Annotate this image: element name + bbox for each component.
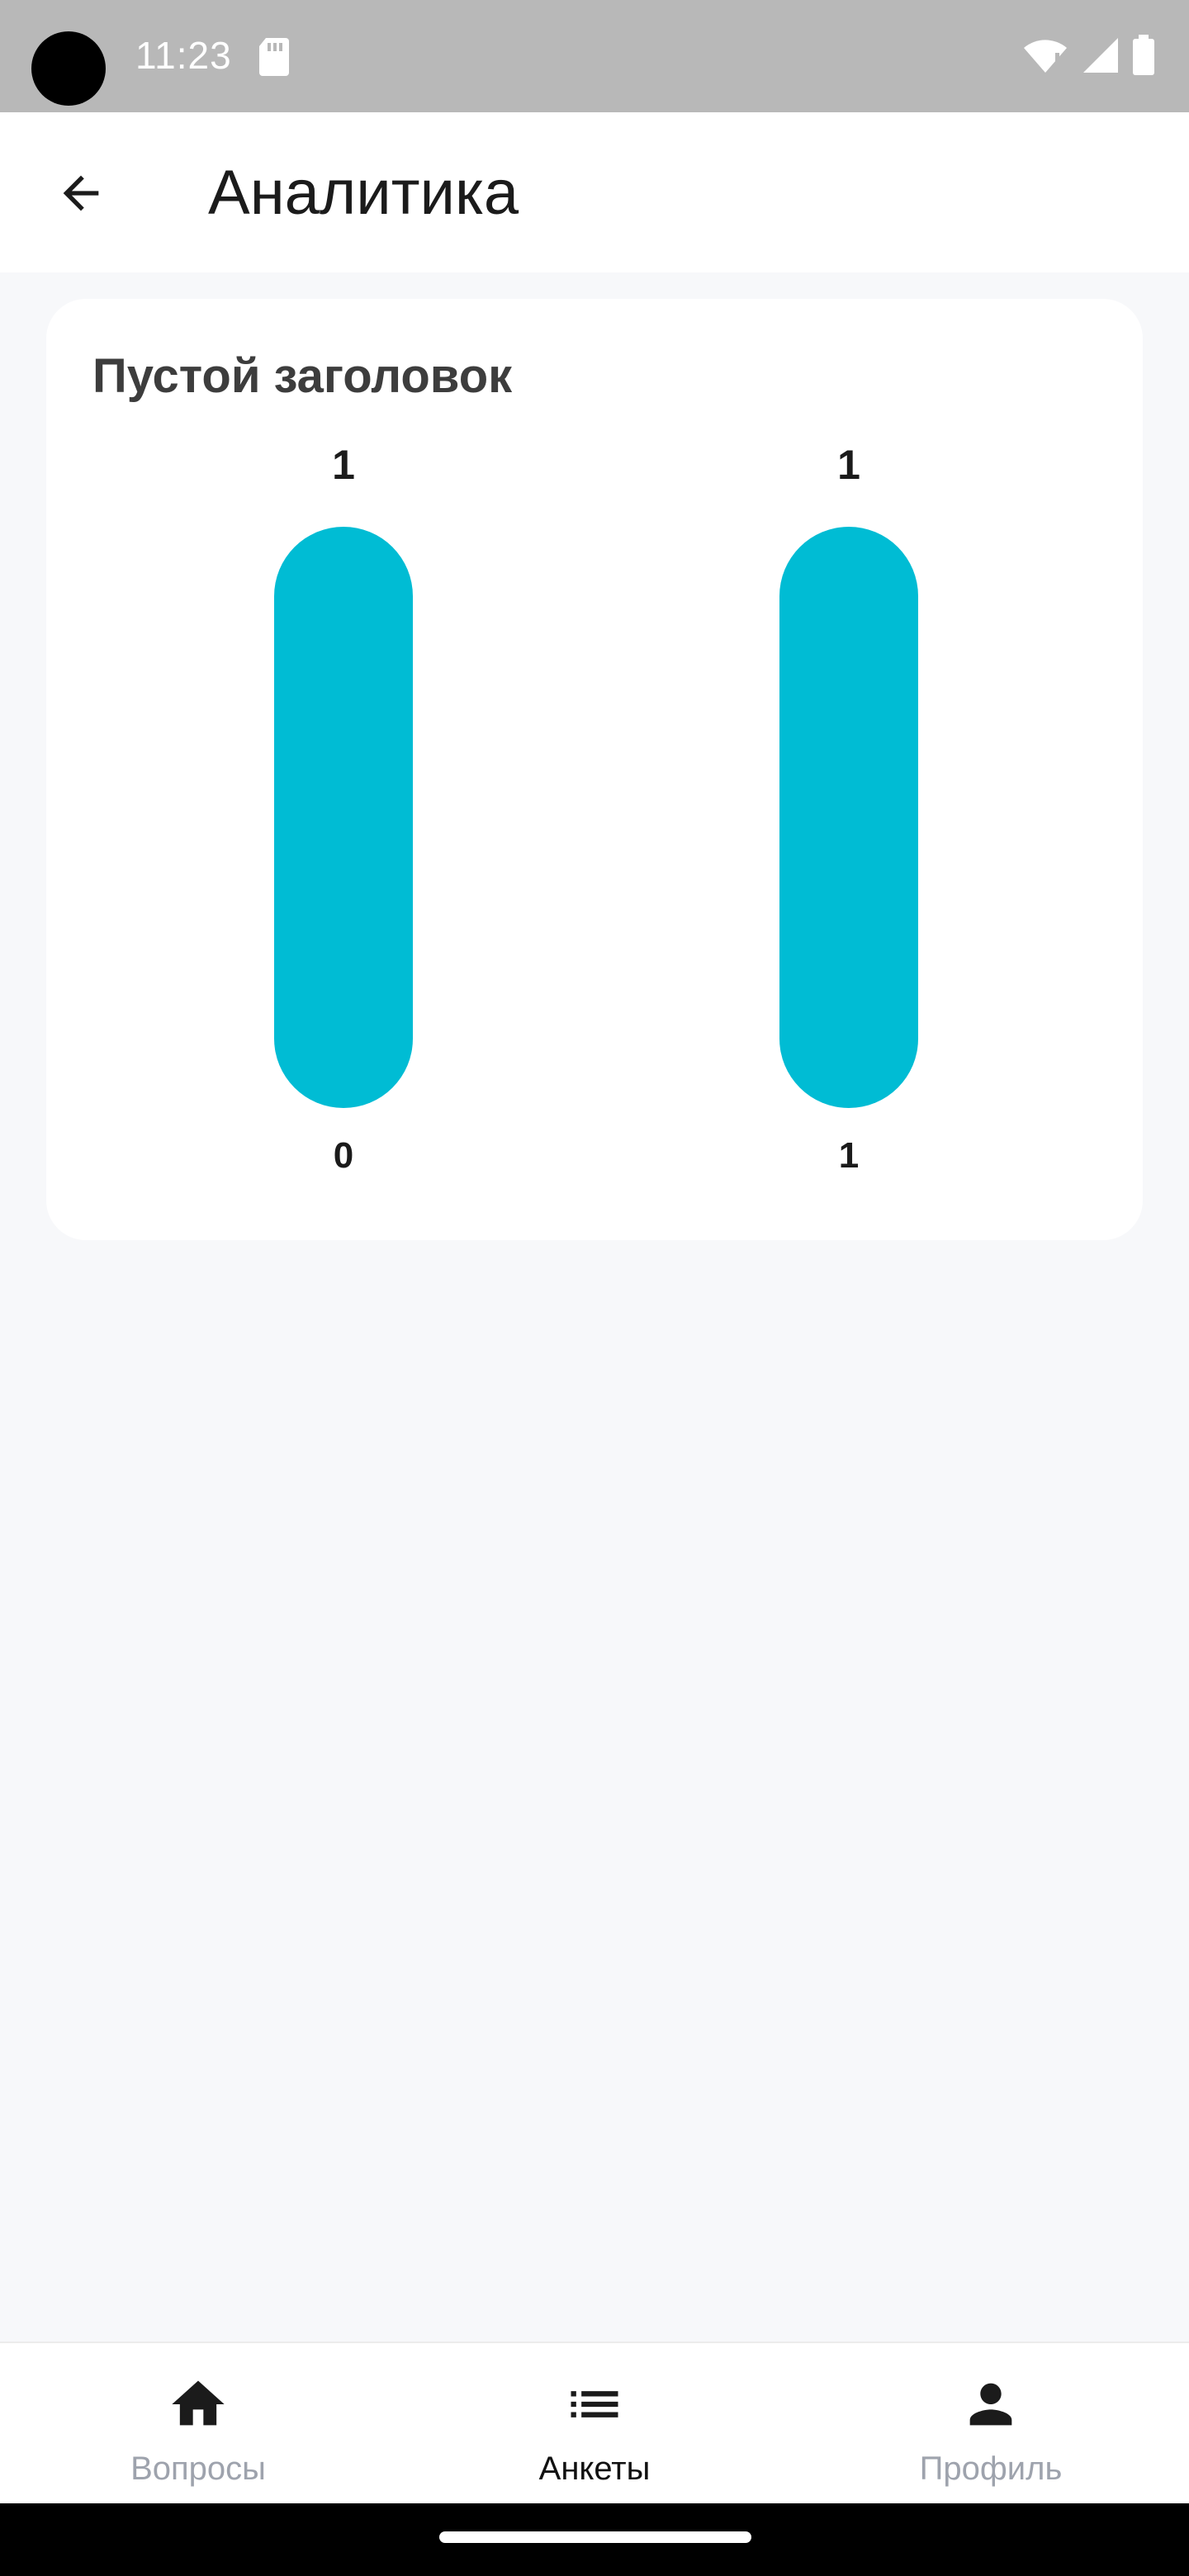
camera-cutout <box>31 31 106 106</box>
bar-bottom-label: 0 <box>334 1135 353 1176</box>
bottom-navigation: Вопросы Анкеты Профиль <box>0 2342 1189 2505</box>
bar-chart: 1 0 1 1 <box>274 442 918 1176</box>
page-title: Аналитика <box>208 158 519 228</box>
list-icon <box>571 2391 618 2417</box>
bar-top-label: 1 <box>332 442 355 488</box>
chart-bar[interactable] <box>274 527 413 1108</box>
home-icon <box>172 2380 225 2426</box>
battery-icon <box>1133 35 1154 75</box>
back-button[interactable] <box>41 154 121 233</box>
nav-label-surveys: Анкеты <box>538 2451 651 2487</box>
system-nav-bar <box>0 2503 1189 2576</box>
status-time: 11:23 <box>135 34 232 77</box>
status-icons <box>1022 35 1156 76</box>
bar-bottom-label: 1 <box>839 1135 859 1176</box>
nav-label-profile: Профиль <box>919 2451 1063 2487</box>
chart-bar[interactable] <box>779 527 918 1108</box>
status-bar: 11:23 <box>0 0 1189 112</box>
nav-item-surveys[interactable]: Анкеты <box>396 2343 793 2505</box>
app-bar: Аналитика <box>0 112 1189 272</box>
person-icon <box>969 2383 1012 2426</box>
sd-card-icon <box>259 38 289 76</box>
bar-top-label: 1 <box>837 442 860 488</box>
analytics-card: Пустой заголовок 1011 <box>46 299 1143 1240</box>
nav-item-questions[interactable]: Вопросы <box>0 2343 396 2505</box>
signal-icon <box>1083 38 1118 73</box>
nav-label-questions: Вопросы <box>130 2451 266 2487</box>
home-gesture-pill[interactable] <box>439 2531 751 2543</box>
arrow-back-icon <box>63 175 99 211</box>
wifi-icon <box>1024 40 1067 73</box>
nav-item-profile[interactable]: Профиль <box>793 2343 1189 2505</box>
